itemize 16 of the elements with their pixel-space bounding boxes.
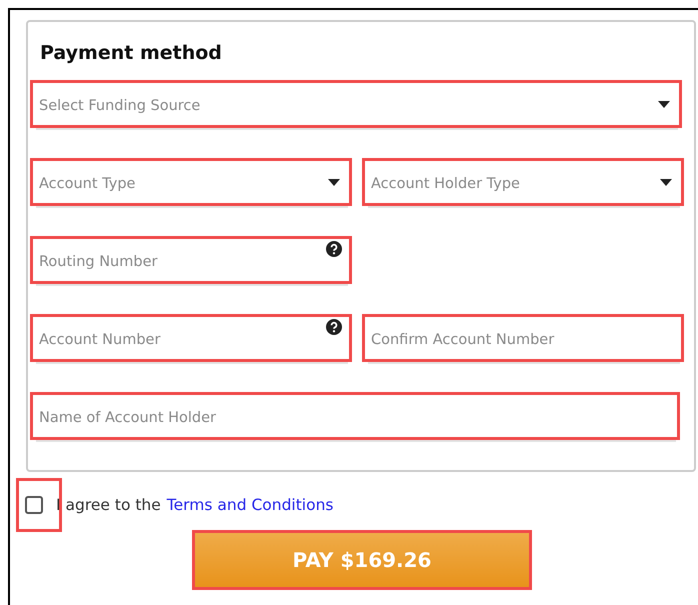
input-field[interactable]: Account Number <box>30 314 352 362</box>
caret-icon <box>660 179 672 186</box>
terms-link[interactable]: Terms and Conditions <box>166 496 334 514</box>
checkbox[interactable] <box>16 478 62 532</box>
dropdown-field[interactable]: Select Funding Source <box>30 80 682 128</box>
help-icon[interactable] <box>326 241 342 257</box>
caret-icon <box>658 101 670 108</box>
dropdown-field[interactable]: Account Type <box>30 158 352 206</box>
input-field[interactable]: Routing Number <box>30 236 352 284</box>
caret-icon <box>328 179 340 186</box>
section-title: Payment method <box>40 42 222 64</box>
agreement-text: I agree to the <box>56 496 161 514</box>
input-field[interactable]: Confirm Account Number <box>362 314 684 362</box>
dropdown-field[interactable]: Account Holder Type <box>362 158 684 206</box>
input-field[interactable]: Name of Account Holder <box>30 392 680 440</box>
help-icon[interactable] <box>326 319 342 335</box>
